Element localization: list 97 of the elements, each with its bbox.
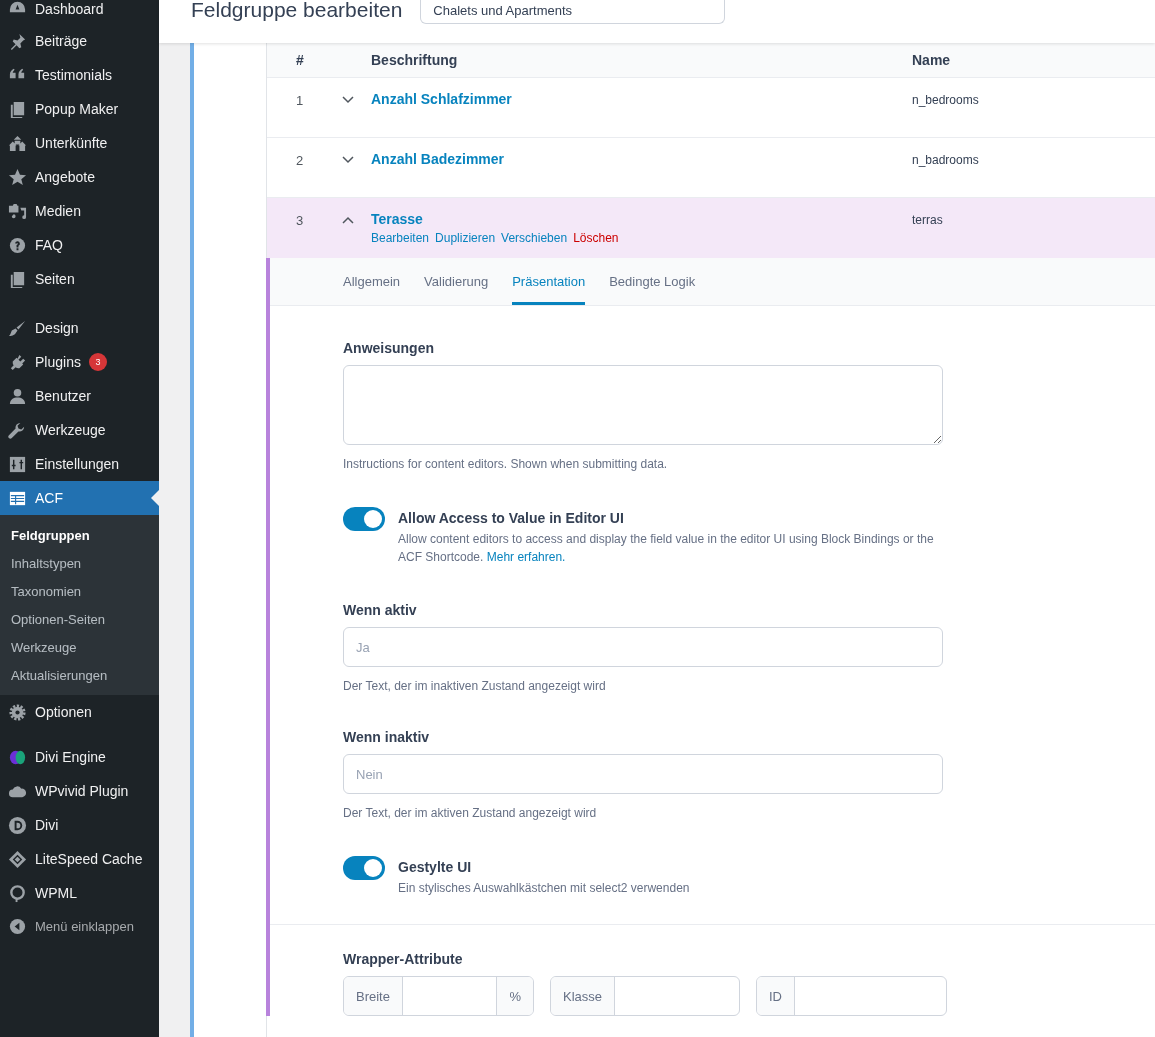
field-label-link[interactable]: Terasse <box>371 211 912 227</box>
chevron-down-icon[interactable] <box>341 96 354 104</box>
row-number: 3 <box>295 212 305 228</box>
learn-more-link[interactable]: Mehr erfahren. <box>486 550 566 564</box>
settings-tab[interactable]: Validierung <box>424 258 489 305</box>
column-header: Name <box>912 52 951 68</box>
houses-icon <box>8 133 27 153</box>
toggle-switch[interactable] <box>343 507 385 531</box>
field-row[interactable]: 3 Terasse Bearbeiten Duplizieren Verschieben Löschen terras <box>267 198 1155 258</box>
collapse-icon <box>8 916 27 936</box>
row-number: 1 <box>295 92 305 108</box>
field-name: terras <box>912 212 943 227</box>
menu-item[interactable]: LiteSpeed Cache <box>0 842 159 876</box>
menu-item[interactable]: Divi <box>0 808 159 842</box>
diamond-icon <box>8 849 27 869</box>
column-header: Beschriftung <box>371 52 459 68</box>
field-row[interactable]: 1 Anzahl Schlafzimmer n_bedrooms <box>267 78 1155 138</box>
plug-icon <box>8 352 27 372</box>
row-action-link[interactable]: Löschen <box>573 231 619 245</box>
menu-item[interactable]: Medien <box>0 194 159 228</box>
menu-item[interactable]: Design <box>0 311 159 345</box>
chevron-up-icon[interactable] <box>341 216 354 224</box>
menu-item[interactable]: Angebote <box>0 160 159 194</box>
submenu-item[interactable]: Optionen-Seiten <box>0 605 159 633</box>
field-label: Wrapper-Attribute <box>343 951 464 967</box>
menu-item[interactable]: Optionen <box>0 695 159 729</box>
input-prefix: Klasse <box>551 977 616 1015</box>
group-title-field[interactable]: Chalets und Apartments <box>420 0 726 24</box>
menu-item[interactable]: WPML <box>0 876 159 910</box>
collapse-menu-button[interactable]: Menü einklappen <box>0 910 159 942</box>
wrench-icon <box>8 420 27 440</box>
menu-item[interactable]: Beiträge <box>0 24 159 58</box>
menu-item[interactable]: Dashboard <box>0 0 159 18</box>
menu-item[interactable]: Seiten <box>0 262 159 296</box>
row-action-link[interactable]: Verschieben <box>501 231 568 245</box>
attribute-input-group[interactable]: Breite % <box>343 976 534 1016</box>
pages-icon <box>8 269 27 289</box>
current-marker-icon <box>151 490 159 506</box>
menu-item[interactable]: Unterkünfte <box>0 126 159 160</box>
menu-item[interactable]: WPvivid Plugin <box>0 774 159 808</box>
toggle-description: Ein stylisches Auswahlkästchen mit select2 verwenden <box>398 880 690 897</box>
field-name: n_badrooms <box>912 152 979 167</box>
input-prefix: Breite <box>344 977 403 1015</box>
menu-item[interactable]: Werkzeuge <box>0 413 159 447</box>
column-header: # <box>295 52 305 68</box>
circle-logo-icon <box>8 815 27 835</box>
submenu-item[interactable]: Inhaltstypen <box>0 549 159 577</box>
media-icon <box>8 201 27 221</box>
toggle-label: Allow Access to Value in Editor UI <box>398 510 625 526</box>
submenu-item[interactable]: Werkzeuge <box>0 633 159 661</box>
submenu-item[interactable]: Aktualisierungen <box>0 661 159 689</box>
text-field[interactable]: Ja <box>343 627 943 667</box>
brush-icon <box>8 318 27 338</box>
sliders-icon <box>8 454 27 474</box>
submenu-item[interactable]: Feldgruppen <box>0 521 159 549</box>
settings-tab[interactable]: Präsentation <box>512 258 586 305</box>
field-label: Wenn inaktiv <box>343 729 431 745</box>
help-icon <box>8 235 27 255</box>
attribute-input-group[interactable]: Klasse <box>550 976 740 1016</box>
menu-item[interactable]: Einstellungen <box>0 447 159 481</box>
chevron-down-icon[interactable] <box>341 156 354 164</box>
menu-item[interactable]: Plugins 3 <box>0 345 159 379</box>
menu-item[interactable]: FAQ <box>0 228 159 262</box>
update-count-badge: 3 <box>88 353 107 371</box>
field-label-link[interactable]: Anzahl Badezimmer <box>371 151 912 167</box>
ring-icon <box>8 883 27 903</box>
input-suffix: % <box>496 977 533 1015</box>
row-action-link[interactable]: Duplizieren <box>435 231 496 245</box>
user-icon <box>8 386 27 406</box>
settings-tab[interactable]: Bedingte Logik <box>609 258 696 305</box>
menu-item[interactable]: Testimonials <box>0 58 159 92</box>
gear-icon <box>8 702 27 722</box>
field-label-link[interactable]: Anzahl Schlafzimmer <box>371 91 912 107</box>
menu-item[interactable]: ACF <box>0 481 159 515</box>
submenu-item[interactable]: Taxonomien <box>0 577 159 605</box>
page-title: Feldgruppe bearbeiten <box>191 0 403 20</box>
toggle-description: Allow content editors to access and display the field value in the editor UI using Block Bindings or the ACF Shortcode. Mehr erfahren. <box>398 531 935 566</box>
help-text: Der Text, der im aktiven Zustand angezeigt wird <box>343 806 598 820</box>
attribute-input-group[interactable]: ID <box>756 976 947 1016</box>
toggle-switch[interactable] <box>343 856 385 880</box>
text-field[interactable]: Nein <box>343 754 943 794</box>
star-icon <box>8 167 27 187</box>
pages-icon <box>8 99 27 119</box>
field-name: n_bedrooms <box>912 92 979 107</box>
row-number: 2 <box>295 152 305 168</box>
menu-item[interactable]: Divi Engine <box>0 740 159 774</box>
field-label: Wenn aktiv <box>343 602 418 618</box>
toggle-label: Gestylte UI <box>398 859 473 875</box>
settings-tab[interactable]: Allgemein <box>343 258 401 305</box>
field-label: Anweisungen <box>343 340 435 356</box>
instructions-field[interactable] <box>343 365 943 445</box>
row-action-link[interactable]: Bearbeiten <box>371 231 430 245</box>
menu-item[interactable]: Popup Maker <box>0 92 159 126</box>
help-text: Instructions for content editors. Shown when submitting data. <box>343 457 669 471</box>
menu-item[interactable]: Benutzer <box>0 379 159 413</box>
input-prefix: ID <box>757 977 795 1015</box>
help-text: Der Text, der im inaktiven Zustand angezeigt wird <box>343 679 607 693</box>
